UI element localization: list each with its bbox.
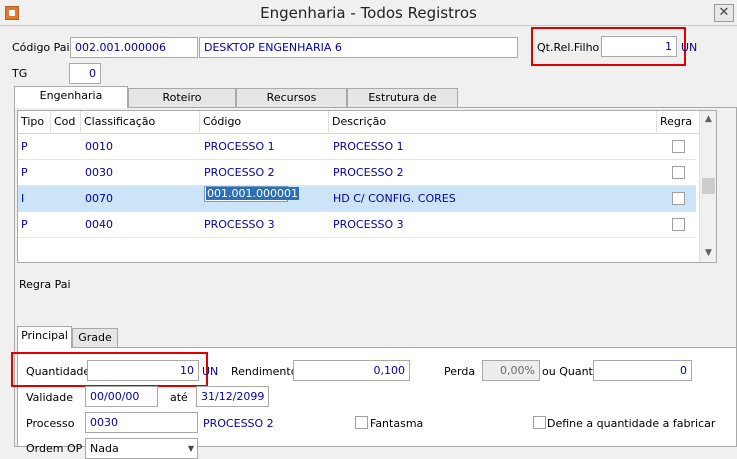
tg-input[interactable]: 0 [69, 63, 101, 84]
tab-grade[interactable]: Grade [72, 328, 118, 348]
tg-label: TG [12, 67, 28, 80]
cell-descricao: PROCESSO 2 [333, 166, 404, 179]
tab-estrutura-de-produto[interactable]: Estrutura de Produto [347, 88, 458, 122]
ou-quant-input[interactable]: 0 [593, 360, 692, 381]
tab-engenharia[interactable]: Engenharia [14, 86, 128, 108]
table-row[interactable]: P 0040 PROCESSO 3 PROCESSO 3 [18, 212, 696, 238]
quantidade-label: Quantidade [26, 365, 91, 378]
cell-tipo: P [21, 166, 28, 179]
rendimento-input[interactable]: 0,100 [293, 360, 410, 381]
tab-roteiro[interactable]: Roteiro [128, 88, 236, 108]
qt-rel-filho-label: Qt.Rel.Filho [537, 41, 600, 54]
validade-to-input[interactable]: 31/12/2099 [196, 386, 269, 407]
fantasma-checkbox[interactable] [355, 416, 368, 429]
perda-label: Perda [444, 365, 476, 378]
validade-from-input[interactable]: 00/00/00 [85, 386, 158, 407]
cell-codigo: PROCESSO 1 [204, 140, 275, 153]
ordem-op-select[interactable]: Nada ▼ [85, 438, 198, 459]
table-row[interactable]: P 0030 PROCESSO 2 PROCESSO 2 [18, 160, 696, 186]
cell-classificacao: 0030 [85, 166, 113, 179]
define-quantidade-checkbox[interactable] [533, 416, 546, 429]
cell-codigo-selection: 001.001.000001 [206, 187, 299, 200]
scroll-down-icon[interactable]: ▼ [700, 245, 717, 262]
table-row[interactable]: P 0010 PROCESSO 1 PROCESSO 1 [18, 134, 696, 160]
col-regra[interactable]: Regra [657, 111, 699, 133]
quantidade-unit: UN [202, 365, 219, 378]
cell-descricao: HD C/ CONFIG. CORES [333, 192, 456, 205]
regra-checkbox[interactable] [672, 166, 685, 179]
window-title: Engenharia - Todos Registros [260, 4, 477, 22]
qt-rel-filho-input[interactable]: 1 [601, 36, 677, 57]
perda-input: 0,00% [482, 360, 540, 381]
col-tipo[interactable]: Tipo [18, 111, 51, 133]
cell-descricao: PROCESSO 1 [333, 140, 404, 153]
rendimento-label: Rendimento [231, 365, 298, 378]
col-codigo[interactable]: Código [200, 111, 329, 133]
cell-classificacao: 0040 [85, 218, 113, 231]
col-classificacao[interactable]: Classificação [81, 111, 200, 133]
regra-checkbox[interactable] [672, 140, 685, 153]
cell-tipo: I [21, 192, 25, 205]
quantidade-input[interactable]: 10 [87, 360, 199, 381]
cell-tipo: P [21, 218, 28, 231]
chevron-down-icon: ▼ [187, 444, 194, 453]
scroll-up-icon[interactable]: ▲ [700, 111, 717, 128]
regra-checkbox[interactable] [672, 218, 685, 231]
cell-descricao: PROCESSO 3 [333, 218, 404, 231]
grid-scrollbar[interactable]: ▲ ▼ [699, 111, 716, 262]
cell-codigo-editor[interactable]: 001.001.000001 [204, 186, 299, 202]
tab-recursos[interactable]: Recursos [236, 88, 347, 108]
col-cod[interactable]: Cod [51, 111, 81, 133]
scroll-thumb[interactable] [702, 178, 715, 194]
table-row-selected[interactable]: I 0070 001.001.000001 HD C/ CONFIG. CORE… [18, 186, 696, 212]
cell-classificacao: 0070 [85, 192, 113, 205]
grid-header: Tipo Cod Classificação Código Descrição … [18, 111, 699, 134]
codigo-pai-label: Código Pai [12, 41, 70, 54]
components-grid: Tipo Cod Classificação Código Descrição … [17, 110, 717, 263]
ate-label: até [170, 391, 188, 404]
cell-classificacao: 0010 [85, 140, 113, 153]
processo-code-input[interactable]: 0030 [85, 412, 198, 433]
regra-checkbox[interactable] [672, 192, 685, 205]
processo-name: PROCESSO 2 [203, 417, 274, 430]
ordem-op-label: Ordem OP [26, 442, 83, 455]
validade-label: Validade [26, 391, 73, 404]
fantasma-label: Fantasma [370, 417, 424, 430]
cell-codigo: PROCESSO 2 [204, 166, 275, 179]
tab-principal[interactable]: Principal [17, 326, 72, 348]
col-descricao[interactable]: Descrição [329, 111, 657, 133]
ordem-op-value: Nada [90, 442, 119, 455]
define-quantidade-label: Define a quantidade a fabricar [547, 417, 716, 430]
qt-rel-filho-unit: UN [681, 41, 698, 54]
ou-quant-label: ou Quant. [542, 365, 597, 378]
codigo-pai-input[interactable]: 002.001.000006 [70, 37, 198, 58]
grid-body: P 0010 PROCESSO 1 PROCESSO 1 P 0030 PROC… [18, 134, 699, 238]
processo-label: Processo [26, 417, 75, 430]
regra-pai-label: Regra Pai [19, 278, 71, 291]
descricao-pai-input[interactable]: DESKTOP ENGENHARIA 6 [199, 37, 518, 58]
cell-tipo: P [21, 140, 28, 153]
cell-codigo: PROCESSO 3 [204, 218, 275, 231]
close-icon[interactable]: ✕ [714, 4, 734, 22]
